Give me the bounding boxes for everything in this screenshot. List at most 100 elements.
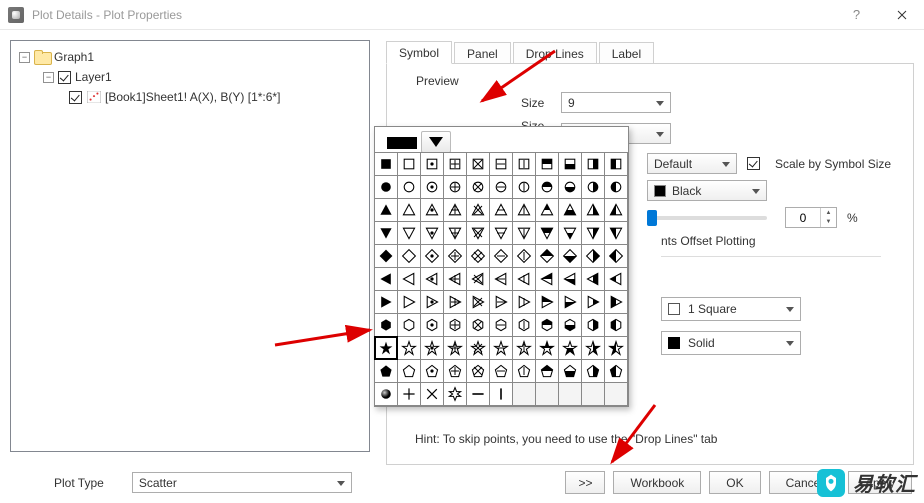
symbol-option[interactable] bbox=[558, 313, 582, 337]
symbol-option[interactable] bbox=[489, 359, 513, 383]
symbol-option[interactable] bbox=[512, 359, 536, 383]
symbol-option[interactable] bbox=[420, 175, 444, 199]
symbol-option[interactable] bbox=[397, 267, 421, 291]
symbol-option[interactable] bbox=[466, 198, 490, 222]
symbol-option[interactable] bbox=[466, 221, 490, 245]
symbol-option[interactable] bbox=[581, 175, 605, 199]
symbol-option[interactable] bbox=[604, 152, 628, 176]
symbol-option[interactable] bbox=[374, 313, 398, 337]
symbol-option[interactable] bbox=[489, 267, 513, 291]
checkbox[interactable] bbox=[69, 91, 82, 104]
symbol-option[interactable] bbox=[397, 290, 421, 314]
tree-node-layer[interactable]: − Layer1 bbox=[15, 67, 365, 87]
symbol-option[interactable] bbox=[420, 313, 444, 337]
symbol-option[interactable] bbox=[581, 152, 605, 176]
ok-button[interactable]: OK bbox=[709, 471, 760, 494]
symbol-option[interactable] bbox=[581, 267, 605, 291]
symbol-option[interactable] bbox=[466, 152, 490, 176]
size-select[interactable]: 9 bbox=[561, 92, 671, 113]
spinner-buttons[interactable]: ▲▼ bbox=[820, 208, 836, 227]
symbol-option[interactable] bbox=[604, 221, 628, 245]
symbol-option[interactable] bbox=[558, 198, 582, 222]
symbol-option[interactable] bbox=[604, 336, 628, 360]
symbol-option[interactable] bbox=[512, 290, 536, 314]
symbol-option[interactable] bbox=[535, 359, 559, 383]
symbol-option[interactable] bbox=[512, 198, 536, 222]
plot-type-select[interactable]: Scatter bbox=[132, 472, 352, 493]
symbol-option[interactable] bbox=[420, 336, 444, 360]
symbol-option[interactable] bbox=[374, 359, 398, 383]
help-button[interactable]: ? bbox=[834, 0, 879, 30]
symbol-option[interactable] bbox=[489, 382, 513, 406]
symbol-option[interactable] bbox=[558, 336, 582, 360]
symbol-option[interactable] bbox=[466, 175, 490, 199]
symbol-option[interactable] bbox=[535, 336, 559, 360]
symbol-option[interactable] bbox=[466, 359, 490, 383]
symbol-dropdown-button[interactable] bbox=[421, 131, 451, 153]
symbol-option[interactable] bbox=[604, 244, 628, 268]
tree-node-data[interactable]: [Book1]Sheet1! A(X), B(Y) [1*:6*] bbox=[15, 87, 365, 107]
symbol-option[interactable] bbox=[535, 244, 559, 268]
symbol-option[interactable] bbox=[581, 290, 605, 314]
symbol-option[interactable] bbox=[466, 267, 490, 291]
symbol-option[interactable] bbox=[420, 198, 444, 222]
symbol-option[interactable] bbox=[420, 244, 444, 268]
symbol-option[interactable] bbox=[489, 244, 513, 268]
symbol-option[interactable] bbox=[604, 359, 628, 383]
symbol-option[interactable] bbox=[604, 175, 628, 199]
checkbox[interactable] bbox=[58, 71, 71, 84]
symbol-option[interactable] bbox=[512, 175, 536, 199]
workbook-button[interactable]: Workbook bbox=[613, 471, 701, 494]
symbol-option[interactable] bbox=[558, 175, 582, 199]
symbol-option[interactable] bbox=[466, 382, 490, 406]
symbol-option[interactable] bbox=[489, 313, 513, 337]
expand-button[interactable]: >> bbox=[565, 471, 605, 494]
tab-drop-lines[interactable]: Drop Lines bbox=[513, 42, 597, 64]
symbol-option[interactable] bbox=[558, 267, 582, 291]
color-select[interactable]: Black bbox=[647, 180, 767, 201]
symbol-option[interactable] bbox=[420, 290, 444, 314]
symbol-option[interactable] bbox=[535, 290, 559, 314]
symbol-option[interactable] bbox=[443, 313, 467, 337]
symbol-option[interactable] bbox=[420, 382, 444, 406]
symbol-option[interactable] bbox=[489, 198, 513, 222]
symbol-option[interactable] bbox=[397, 359, 421, 383]
symbol-option[interactable] bbox=[512, 244, 536, 268]
symbol-option[interactable] bbox=[466, 244, 490, 268]
symbol-option[interactable] bbox=[535, 198, 559, 222]
symbol-option[interactable] bbox=[374, 244, 398, 268]
symbol-option[interactable] bbox=[443, 152, 467, 176]
collapse-icon[interactable]: − bbox=[43, 72, 54, 83]
symbol-option[interactable] bbox=[558, 221, 582, 245]
symbol-option[interactable] bbox=[374, 267, 398, 291]
symbol-option[interactable] bbox=[397, 152, 421, 176]
symbol-option[interactable] bbox=[489, 221, 513, 245]
symbol-option[interactable] bbox=[420, 152, 444, 176]
symbol-option[interactable] bbox=[397, 175, 421, 199]
symbol-option[interactable] bbox=[374, 290, 398, 314]
symbol-option[interactable] bbox=[420, 221, 444, 245]
symbol-option[interactable] bbox=[397, 221, 421, 245]
symbol-option[interactable] bbox=[512, 267, 536, 291]
symbol-option[interactable] bbox=[604, 267, 628, 291]
symbol-option[interactable] bbox=[443, 336, 467, 360]
symbol-option[interactable] bbox=[443, 198, 467, 222]
symbol-option[interactable] bbox=[581, 244, 605, 268]
symbol-option[interactable] bbox=[397, 336, 421, 360]
symbol-option[interactable] bbox=[443, 244, 467, 268]
symbol-option[interactable] bbox=[443, 382, 467, 406]
symbol-option[interactable] bbox=[535, 152, 559, 176]
symbol-option[interactable] bbox=[581, 359, 605, 383]
symbol-option[interactable] bbox=[489, 175, 513, 199]
symbol-option[interactable] bbox=[512, 152, 536, 176]
symbol-option[interactable] bbox=[443, 359, 467, 383]
symbol-gallery[interactable] bbox=[374, 126, 629, 407]
symbol-option[interactable] bbox=[558, 152, 582, 176]
symbol-option[interactable] bbox=[397, 313, 421, 337]
transparency-slider[interactable] bbox=[647, 216, 767, 220]
tree-node-graph[interactable]: − Graph1 bbox=[15, 47, 365, 67]
symbol-option[interactable] bbox=[604, 198, 628, 222]
symbol-option[interactable] bbox=[558, 244, 582, 268]
symbol-option[interactable] bbox=[443, 290, 467, 314]
transparency-value[interactable]: ▲▼ bbox=[785, 207, 837, 228]
